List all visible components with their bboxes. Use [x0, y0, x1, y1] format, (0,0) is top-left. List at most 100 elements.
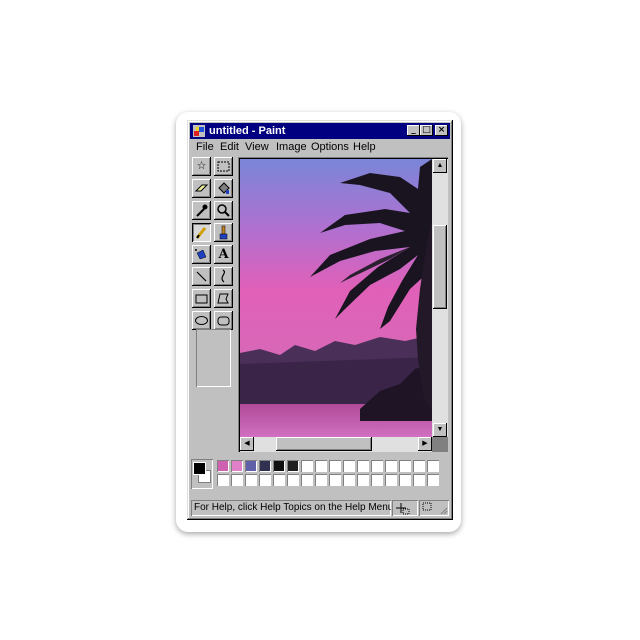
brush-icon	[219, 225, 228, 240]
magnifier-icon	[217, 204, 230, 217]
palette-swatch[interactable]	[343, 460, 355, 472]
title-bar[interactable]: untitled - Paint _ □ ×	[190, 123, 450, 139]
menu-edit[interactable]: Edit	[220, 141, 239, 153]
palette-swatch[interactable]	[301, 460, 313, 472]
drawing-canvas[interactable]	[240, 159, 432, 437]
minimize-icon: _	[411, 125, 416, 135]
palette-swatch[interactable]	[413, 474, 425, 486]
canvas-area: ▲ ▼ ◀ ▶	[238, 157, 448, 452]
palette-swatch[interactable]	[259, 460, 271, 472]
palette-swatch[interactable]	[357, 474, 369, 486]
palette-swatch[interactable]	[217, 460, 229, 472]
tool-pick-color[interactable]	[192, 201, 211, 220]
palette-swatch[interactable]	[427, 474, 439, 486]
minimize-button[interactable]: _	[407, 125, 420, 136]
maximize-icon: □	[422, 125, 431, 135]
maximize-button[interactable]: □	[420, 125, 433, 136]
status-bar: For Help, click Help Topics on the Help …	[191, 500, 391, 516]
palette-swatch[interactable]	[231, 460, 243, 472]
tool-text[interactable]: A	[214, 245, 233, 264]
tool-airbrush[interactable]	[192, 245, 211, 264]
palette-swatch[interactable]	[371, 474, 383, 486]
tool-rounded-rectangle[interactable]	[214, 311, 233, 330]
menu-file[interactable]: File	[196, 141, 214, 153]
select-icon	[217, 161, 230, 172]
tool-options-box[interactable]	[196, 329, 231, 387]
menu-image[interactable]: Image	[276, 141, 307, 153]
palette-swatch[interactable]	[357, 460, 369, 472]
tool-curve[interactable]	[214, 267, 233, 286]
horizontal-scroll-thumb[interactable]	[276, 437, 372, 451]
rounded-rectangle-icon	[217, 316, 230, 326]
cursor-position-box	[392, 500, 418, 516]
tool-rectangle[interactable]	[192, 289, 211, 308]
tool-pencil[interactable]	[192, 223, 211, 242]
menu-help[interactable]: Help	[353, 141, 376, 153]
palette-swatch[interactable]	[329, 460, 341, 472]
palette-swatch[interactable]	[273, 460, 285, 472]
palette-swatch[interactable]	[343, 474, 355, 486]
polygon-icon	[217, 293, 229, 304]
scroll-down-button[interactable]: ▼	[433, 423, 447, 437]
palette-swatch[interactable]	[245, 460, 257, 472]
close-icon: ×	[437, 125, 446, 135]
tool-brush[interactable]	[214, 223, 233, 242]
scroll-left-button[interactable]: ◀	[240, 437, 254, 451]
tool-magnifier[interactable]	[214, 201, 233, 220]
palette-swatch[interactable]	[287, 460, 299, 472]
tool-line[interactable]	[192, 267, 211, 286]
palette-swatch[interactable]	[301, 474, 313, 486]
vertical-scrollbar[interactable]: ▲ ▼	[432, 159, 448, 437]
scroll-up-button[interactable]: ▲	[433, 159, 447, 173]
color-box	[191, 459, 449, 493]
line-icon	[196, 271, 207, 282]
paint-app-icon	[193, 125, 205, 137]
palette-swatch[interactable]	[273, 474, 285, 486]
menu-bar: File Edit View Image Options Help	[190, 140, 450, 156]
arrow-left-icon: ◀	[244, 440, 250, 447]
text-icon: A	[218, 247, 229, 262]
palette-swatch[interactable]	[259, 474, 271, 486]
current-colors[interactable]	[191, 459, 213, 489]
tool-ellipse[interactable]	[192, 311, 211, 330]
palette-swatch[interactable]	[231, 474, 243, 486]
palette-swatch[interactable]	[399, 460, 411, 472]
palette-swatch[interactable]	[329, 474, 341, 486]
tool-eraser[interactable]	[192, 179, 211, 198]
free-form-select-icon: ☆	[196, 160, 207, 172]
selection-size-icon	[422, 502, 448, 515]
close-button[interactable]: ×	[435, 125, 448, 136]
menu-options[interactable]: Options	[311, 141, 349, 153]
cursor-position-icon	[396, 503, 410, 515]
vertical-scroll-thumb[interactable]	[433, 225, 447, 309]
window-title: untitled - Paint	[209, 125, 286, 137]
ellipse-icon	[195, 316, 208, 325]
pick-color-icon	[196, 204, 208, 217]
palette-swatch[interactable]	[315, 474, 327, 486]
palette-swatch[interactable]	[217, 474, 229, 486]
paint-window: untitled - Paint _ □ × File Edit View Im…	[187, 120, 453, 520]
palette-swatch[interactable]	[385, 460, 397, 472]
eraser-icon	[194, 184, 209, 192]
foreground-color[interactable]	[194, 463, 205, 474]
fill-bucket-icon	[218, 182, 230, 194]
palette-swatch[interactable]	[287, 474, 299, 486]
menu-view[interactable]: View	[245, 141, 269, 153]
palette-swatch[interactable]	[371, 460, 383, 472]
curve-icon	[221, 269, 226, 283]
pencil-icon	[195, 227, 207, 239]
arrow-right-icon: ▶	[422, 440, 428, 447]
tool-fill[interactable]	[214, 179, 233, 198]
palette-swatch[interactable]	[399, 474, 411, 486]
palette-swatch[interactable]	[315, 460, 327, 472]
palette-swatch[interactable]	[413, 460, 425, 472]
horizontal-scrollbar[interactable]: ◀ ▶	[240, 437, 432, 452]
palette-swatch[interactable]	[385, 474, 397, 486]
selection-size-box	[419, 500, 449, 516]
tool-polygon[interactable]	[214, 289, 233, 308]
palette-swatch[interactable]	[427, 460, 439, 472]
palette-swatch[interactable]	[245, 474, 257, 486]
scroll-right-button[interactable]: ▶	[418, 437, 432, 451]
tool-select[interactable]	[214, 157, 233, 176]
tool-free-form-select[interactable]: ☆	[192, 157, 211, 176]
